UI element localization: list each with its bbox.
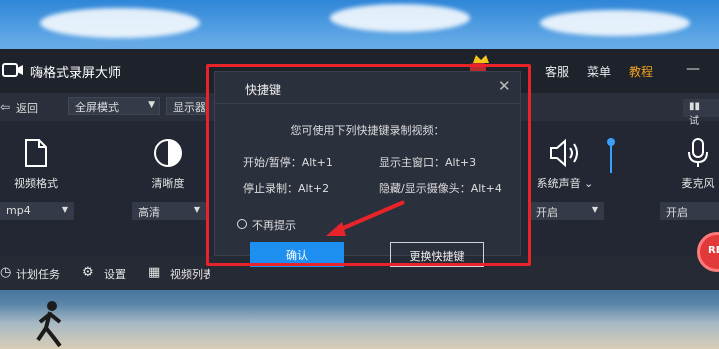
quality-tool[interactable]: 清晰度 bbox=[136, 137, 200, 191]
runner-silhouette bbox=[36, 301, 62, 348]
microphone-label: 麦克风 bbox=[681, 177, 715, 190]
minimize-button[interactable]: — bbox=[686, 61, 700, 77]
sea-background bbox=[0, 285, 719, 349]
mode-select[interactable]: 全屏模式 ▼ bbox=[68, 97, 160, 115]
display-select[interactable]: 显示器1 bbox=[166, 97, 206, 115]
file-icon bbox=[25, 139, 47, 167]
camera-logo-icon bbox=[2, 63, 23, 77]
gear-icon: ⚙ bbox=[82, 265, 94, 280]
menu-support[interactable]: 客服 bbox=[545, 63, 569, 80]
microphone-select[interactable]: 开启 bbox=[660, 202, 719, 220]
microphone-tool[interactable]: 麦克风 bbox=[666, 137, 719, 191]
system-sound-select[interactable]: 开启 ▼ bbox=[530, 202, 604, 220]
volume-slider-handle[interactable] bbox=[607, 138, 615, 146]
chevron-down-icon: ▼ bbox=[193, 205, 200, 214]
mode-select-value: 全屏模式 bbox=[75, 101, 119, 114]
back-arrow-icon[interactable]: ⇦ bbox=[0, 100, 10, 114]
settings-button[interactable]: 设置 bbox=[104, 266, 126, 282]
quality-select[interactable]: 高清 ▼ bbox=[132, 202, 206, 220]
menu-tutorial[interactable]: 教程 bbox=[629, 63, 653, 80]
back-button[interactable]: 返回 bbox=[16, 100, 38, 116]
video-format-select[interactable]: mp4 ▼ bbox=[0, 202, 74, 220]
microphone-icon bbox=[688, 138, 708, 167]
cloud bbox=[40, 8, 200, 38]
clock-icon: ◷ bbox=[0, 265, 12, 280]
toolbar-right-button-label: 试 bbox=[689, 116, 699, 127]
chevron-down-icon: ▼ bbox=[591, 205, 598, 214]
grid-icon: ▦ bbox=[148, 265, 161, 280]
quality-value: 高清 bbox=[138, 206, 160, 219]
bar-chart-icon: ▮▮ bbox=[689, 101, 701, 112]
cloud bbox=[330, 4, 470, 32]
video-format-value: mp4 bbox=[6, 204, 31, 217]
schedule-button[interactable]: 计划任务 bbox=[16, 266, 60, 282]
system-sound-label: 系统声音 ⌄ bbox=[536, 177, 594, 190]
system-sound-tool[interactable]: 系统声音 ⌄ bbox=[533, 137, 597, 191]
menu-main[interactable]: 菜单 bbox=[587, 63, 611, 80]
annotation-arrow bbox=[326, 200, 405, 236]
cloud bbox=[540, 10, 690, 36]
contrast-icon bbox=[154, 139, 182, 167]
chevron-down-icon: ▼ bbox=[61, 205, 68, 214]
video-list-button[interactable]: 视频列表 bbox=[170, 266, 210, 282]
toolbar-right-button[interactable]: ▮▮ 试 bbox=[683, 99, 719, 127]
chevron-down-icon: ▼ bbox=[148, 100, 155, 110]
system-sound-value: 开启 bbox=[536, 206, 558, 219]
video-format-tool[interactable]: 视频格式 bbox=[4, 137, 68, 191]
app-title: 嗨格式录屏大师 bbox=[30, 66, 122, 81]
microphone-value: 开启 bbox=[666, 206, 688, 219]
speaker-icon bbox=[550, 138, 578, 168]
quality-label: 清晰度 bbox=[151, 177, 185, 190]
display-select-value: 显示器1 bbox=[173, 101, 206, 114]
chevron-down-icon: ⌄ bbox=[584, 177, 594, 190]
video-format-label: 视频格式 bbox=[14, 177, 58, 190]
